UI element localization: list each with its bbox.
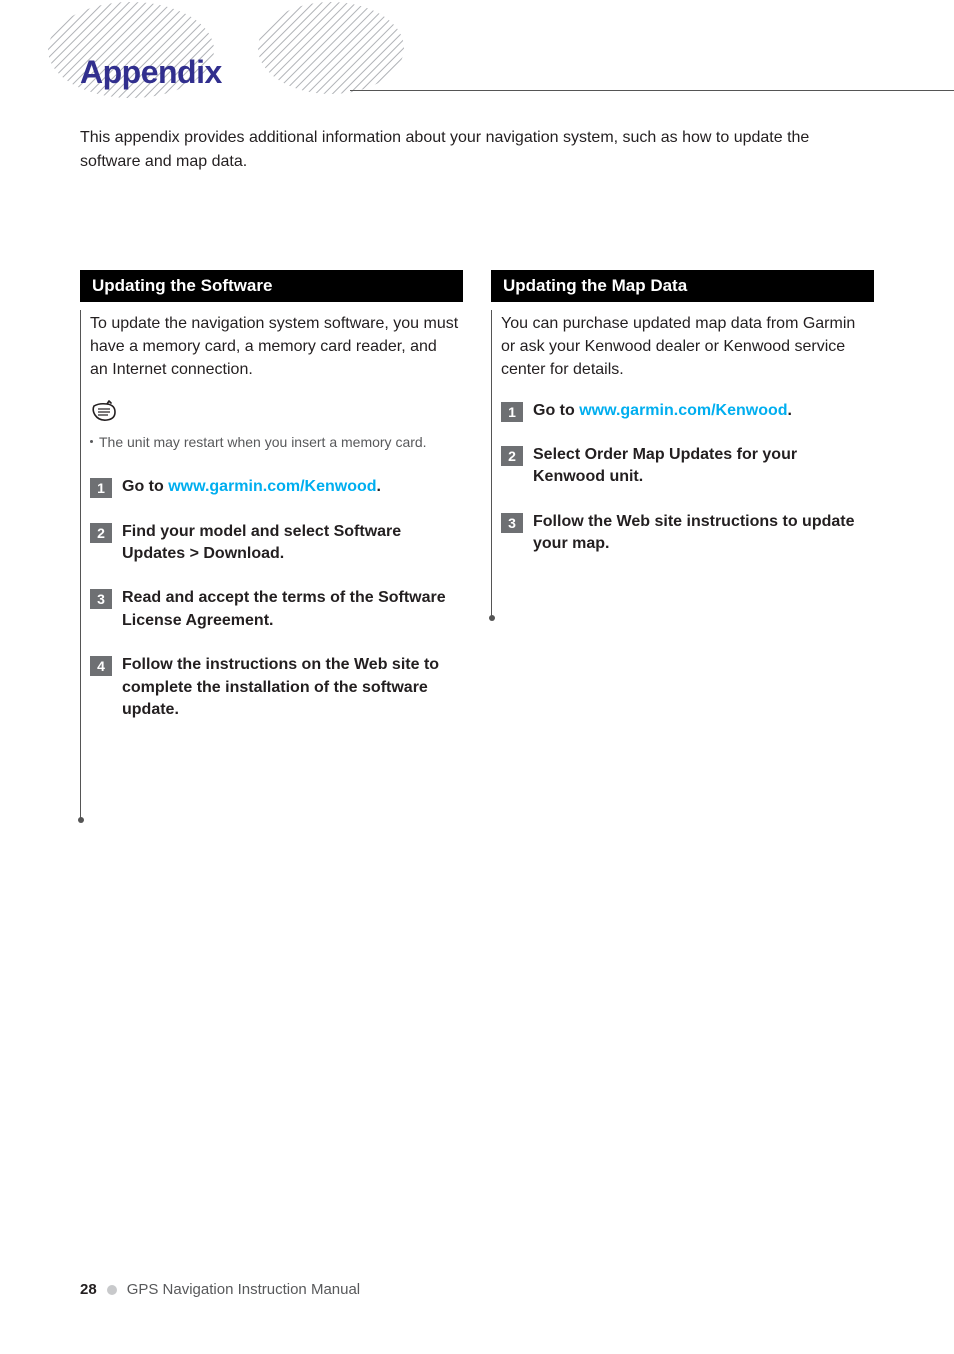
page-number: 28: [80, 1281, 97, 1298]
right-step-3: 3 Follow the Web site instructions to up…: [491, 511, 874, 556]
left-step-4: 4 Follow the instructions on the Web sit…: [80, 654, 463, 721]
step-text: Select Order Map Updates for your Kenwoo…: [533, 444, 870, 489]
note-icon: [90, 400, 459, 429]
step-number: 1: [501, 402, 523, 422]
note-text: The unit may restart when you insert a m…: [90, 433, 459, 453]
left-column: Updating the Software To update the navi…: [80, 270, 463, 743]
note-block: The unit may restart when you insert a m…: [80, 400, 463, 453]
right-section-intro: You can purchase updated map data from G…: [491, 312, 874, 382]
step-text: Go to www.garmin.com/Kenwood.: [122, 476, 381, 498]
rule-dot-icon: [78, 817, 84, 823]
step-prefix: Go to: [122, 478, 168, 495]
step-text: Follow the instructions on the Web site …: [122, 654, 459, 721]
page-footer: 28 GPS Navigation Instruction Manual: [80, 1281, 360, 1298]
step-text: Read and accept the terms of the Softwar…: [122, 587, 459, 632]
right-column: Updating the Map Data You can purchase u…: [491, 270, 874, 743]
note-content: The unit may restart when you insert a m…: [99, 434, 427, 450]
footer-dot-icon: [107, 1285, 117, 1295]
left-step-2: 2 Find your model and select Software Up…: [80, 521, 463, 566]
step-number: 3: [501, 513, 523, 533]
step-number: 4: [90, 656, 112, 676]
intro-text: This appendix provides additional inform…: [0, 110, 954, 174]
garmin-kenwood-link[interactable]: www.garmin.com/Kenwood: [579, 402, 787, 419]
step-number: 2: [90, 523, 112, 543]
step-text: Follow the Web site instructions to upda…: [533, 511, 870, 556]
step-text: Find your model and select Software Upda…: [122, 521, 459, 566]
left-step-3: 3 Read and accept the terms of the Softw…: [80, 587, 463, 632]
rule-dot-icon: [489, 615, 495, 621]
step-number: 1: [90, 478, 112, 498]
footer-title: GPS Navigation Instruction Manual: [127, 1281, 360, 1298]
step-number: 3: [90, 589, 112, 609]
left-column-rule: [80, 310, 81, 820]
right-section-heading: Updating the Map Data: [491, 270, 874, 302]
step-number: 2: [501, 446, 523, 466]
title-rule: [350, 90, 954, 91]
left-step-1: 1 Go to www.garmin.com/Kenwood.: [80, 476, 463, 498]
garmin-kenwood-link[interactable]: www.garmin.com/Kenwood: [168, 478, 376, 495]
right-column-rule: [491, 310, 492, 618]
left-section-heading: Updating the Software: [80, 270, 463, 302]
bullet-icon: [90, 440, 93, 443]
step-prefix: Go to: [533, 402, 579, 419]
step-text: Go to www.garmin.com/Kenwood.: [533, 400, 792, 422]
page-title: Appendix: [80, 54, 954, 91]
left-section-intro: To update the navigation system software…: [80, 312, 463, 382]
right-step-2: 2 Select Order Map Updates for your Kenw…: [491, 444, 874, 489]
step-suffix: .: [788, 402, 792, 419]
right-step-1: 1 Go to www.garmin.com/Kenwood.: [491, 400, 874, 422]
step-suffix: .: [377, 478, 381, 495]
